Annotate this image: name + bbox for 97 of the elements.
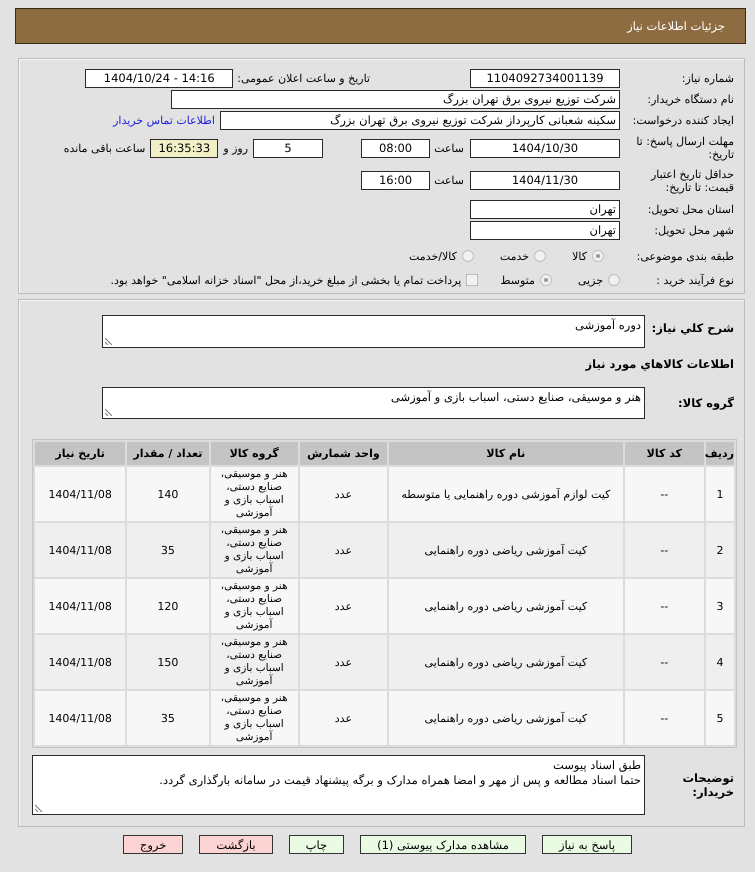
announce-date-field[interactable]: 1404/10/24 - 14:16 — [85, 69, 234, 88]
need-number-field[interactable]: 1104092734001139 — [470, 69, 620, 88]
column-header: واحد شمارش — [300, 442, 388, 465]
field-label: ایجاد کننده درخواست: — [632, 114, 734, 127]
row-number-cell: 3 — [706, 579, 734, 633]
radio-label: متوسط — [500, 274, 535, 286]
name-cell: کیت آموزشی ریاضی دوره راهنمایی — [389, 579, 623, 633]
date-cell: 1404/11/08 — [35, 635, 126, 689]
date-cell: 1404/11/08 — [35, 523, 126, 577]
deadline-date-field[interactable]: 1404/10/30 — [470, 138, 620, 158]
group-cell: هنر و موسیقی، صنایع دستی، اسباب بازی و آموزشی — [210, 523, 298, 577]
group-cell: هنر و موسیقی، صنایع دستی، اسباب بازی و آموزشی — [210, 691, 298, 745]
resize-grip-icon — [105, 408, 113, 416]
city-field[interactable]: تهران — [470, 221, 620, 240]
name-cell: کیت لوازم آموزشی دوره راهنمایی یا متوسطه — [389, 467, 623, 521]
field-label: تاریخ و ساعت اعلان عمومی: — [237, 72, 370, 85]
column-header: گروه کالا — [210, 442, 298, 465]
time-label: ساعت — [434, 142, 464, 154]
resize-grip-icon — [35, 804, 43, 812]
radio-button[interactable] — [592, 250, 604, 262]
field-label: شماره نیاز: — [680, 72, 734, 85]
remaining-label: ساعت باقی مانده — [64, 142, 146, 154]
column-header: نام کالا — [389, 442, 623, 465]
radio-button[interactable] — [608, 274, 620, 286]
back-button[interactable]: بازگشت — [199, 835, 273, 854]
radio-label: کالا — [572, 250, 587, 262]
radio-label: خدمت — [500, 250, 530, 262]
column-header: کد کالا — [624, 442, 704, 465]
unit-cell: عدد — [300, 467, 388, 521]
validity-date-field[interactable]: 1404/11/30 — [470, 171, 620, 190]
remaining-time-field: 16:35:33 — [150, 138, 218, 158]
quantity-cell: 35 — [127, 523, 209, 577]
group-cell: هنر و موسیقی، صنایع دستی، اسباب بازی و آموزشی — [210, 635, 298, 689]
name-cell: کیت آموزشی ریاضی دوره راهنمایی — [389, 691, 623, 745]
goods-group-field[interactable]: هنر و موسیقی، صنایع دستی، اسباب بازی و آموزشی — [102, 387, 645, 419]
field-label: استان محل تحویل: — [646, 203, 734, 216]
code-cell: -- — [624, 579, 704, 633]
row-number-cell: 5 — [706, 691, 734, 745]
page-title: جزئیات اطلاعات نیاز — [627, 19, 725, 33]
field-label: نوع فرآیند خرید : — [655, 274, 734, 286]
checkbox-label: پرداخت تمام یا بخشی از مبلغ خرید،از محل "اسناد خزانه اسلامی" خواهد بود. — [110, 274, 462, 286]
field-label: توضیحات خریدار: — [682, 771, 734, 799]
quantity-cell: 150 — [127, 635, 209, 689]
quantity-cell: 120 — [127, 579, 209, 633]
buyer-name-field[interactable]: شرکت توزیع نیروی برق تهران بزرگ — [171, 90, 620, 109]
date-cell: 1404/11/08 — [35, 579, 126, 633]
group-cell: هنر و موسیقی، صنایع دستی، اسباب بازی و آموزشی — [210, 467, 298, 521]
unit-cell: عدد — [300, 579, 388, 633]
validity-time-field[interactable]: 16:00 — [361, 171, 430, 190]
reply-button[interactable]: پاسخ به نیاز — [542, 835, 632, 854]
buyer-notes-field[interactable]: طبق اسناد پیوست حتما اسناد مطالعه و پس از مهر و امضا همراه مدارک و برگه پیشنهاد قیمت در سامانه بارگذاری گردد. — [32, 755, 645, 815]
column-header: تاریخ نیاز — [35, 442, 126, 465]
field-label: نام دستگاه خریدار: — [646, 93, 734, 106]
contact-info-link[interactable]: اطلاعات تماس خریدار — [113, 114, 215, 127]
date-cell: 1404/11/08 — [35, 691, 126, 745]
code-cell: -- — [624, 467, 704, 521]
unit-cell: عدد — [300, 523, 388, 577]
section-heading: اطلاعات کالاهاي مورد نیاز — [584, 356, 734, 372]
row-number-cell: 4 — [706, 635, 734, 689]
description-field[interactable]: دوره آموزشی — [102, 315, 645, 348]
field-label: مهلت ارسال پاسخ: تا تاریخ: — [635, 135, 734, 161]
radio-button[interactable] — [462, 250, 474, 262]
column-header: ردیف — [706, 442, 734, 465]
creator-field[interactable]: سکینه شعبانی کارپرداز شرکت توزیع نیروی برق تهران بزرگ — [220, 111, 620, 130]
radio-button[interactable] — [540, 274, 552, 286]
resize-grip-icon — [105, 337, 113, 345]
row-number-cell: 2 — [706, 523, 734, 577]
radio-button[interactable] — [534, 250, 546, 262]
time-label: ساعت — [434, 174, 464, 187]
field-label: شهر محل تحویل: — [653, 224, 734, 237]
name-cell: کیت آموزشی ریاضی دوره راهنمایی — [389, 523, 623, 577]
field-label: شرح کلي نیاز: — [650, 321, 734, 335]
date-cell: 1404/11/08 — [35, 467, 126, 521]
attachments-button[interactable]: مشاهده مدارک پیوستی (1) — [360, 835, 526, 854]
province-field[interactable]: تهران — [470, 200, 620, 219]
days-field[interactable]: 5 — [253, 138, 324, 158]
quantity-cell: 35 — [127, 691, 209, 745]
code-cell: -- — [624, 635, 704, 689]
quantity-cell: 140 — [127, 467, 209, 521]
unit-cell: عدد — [300, 635, 388, 689]
group-cell: هنر و موسیقی، صنایع دستی، اسباب بازی و آموزشی — [210, 579, 298, 633]
code-cell: -- — [624, 523, 704, 577]
radio-label: جزیی — [578, 274, 603, 286]
deadline-time-field[interactable]: 08:00 — [361, 138, 430, 158]
radio-label: کالا/خدمت — [409, 250, 457, 262]
print-button[interactable]: چاپ — [288, 835, 344, 854]
field-label: طبقه بندی موضوعی: — [636, 250, 734, 262]
code-cell: -- — [624, 691, 704, 745]
days-label: روز و — [223, 142, 248, 154]
checkbox[interactable] — [466, 274, 478, 286]
name-cell: کیت آموزشی ریاضی دوره راهنمایی — [389, 635, 623, 689]
column-header: تعداد / مقدار — [127, 442, 209, 465]
field-label: حداقل تاریخ اعتبار قیمت: تا تاریخ: — [650, 168, 734, 194]
exit-button[interactable]: خروج — [122, 835, 184, 854]
field-label: گروه کالا: — [677, 396, 734, 410]
row-number-cell: 1 — [706, 467, 734, 521]
unit-cell: عدد — [300, 691, 388, 745]
